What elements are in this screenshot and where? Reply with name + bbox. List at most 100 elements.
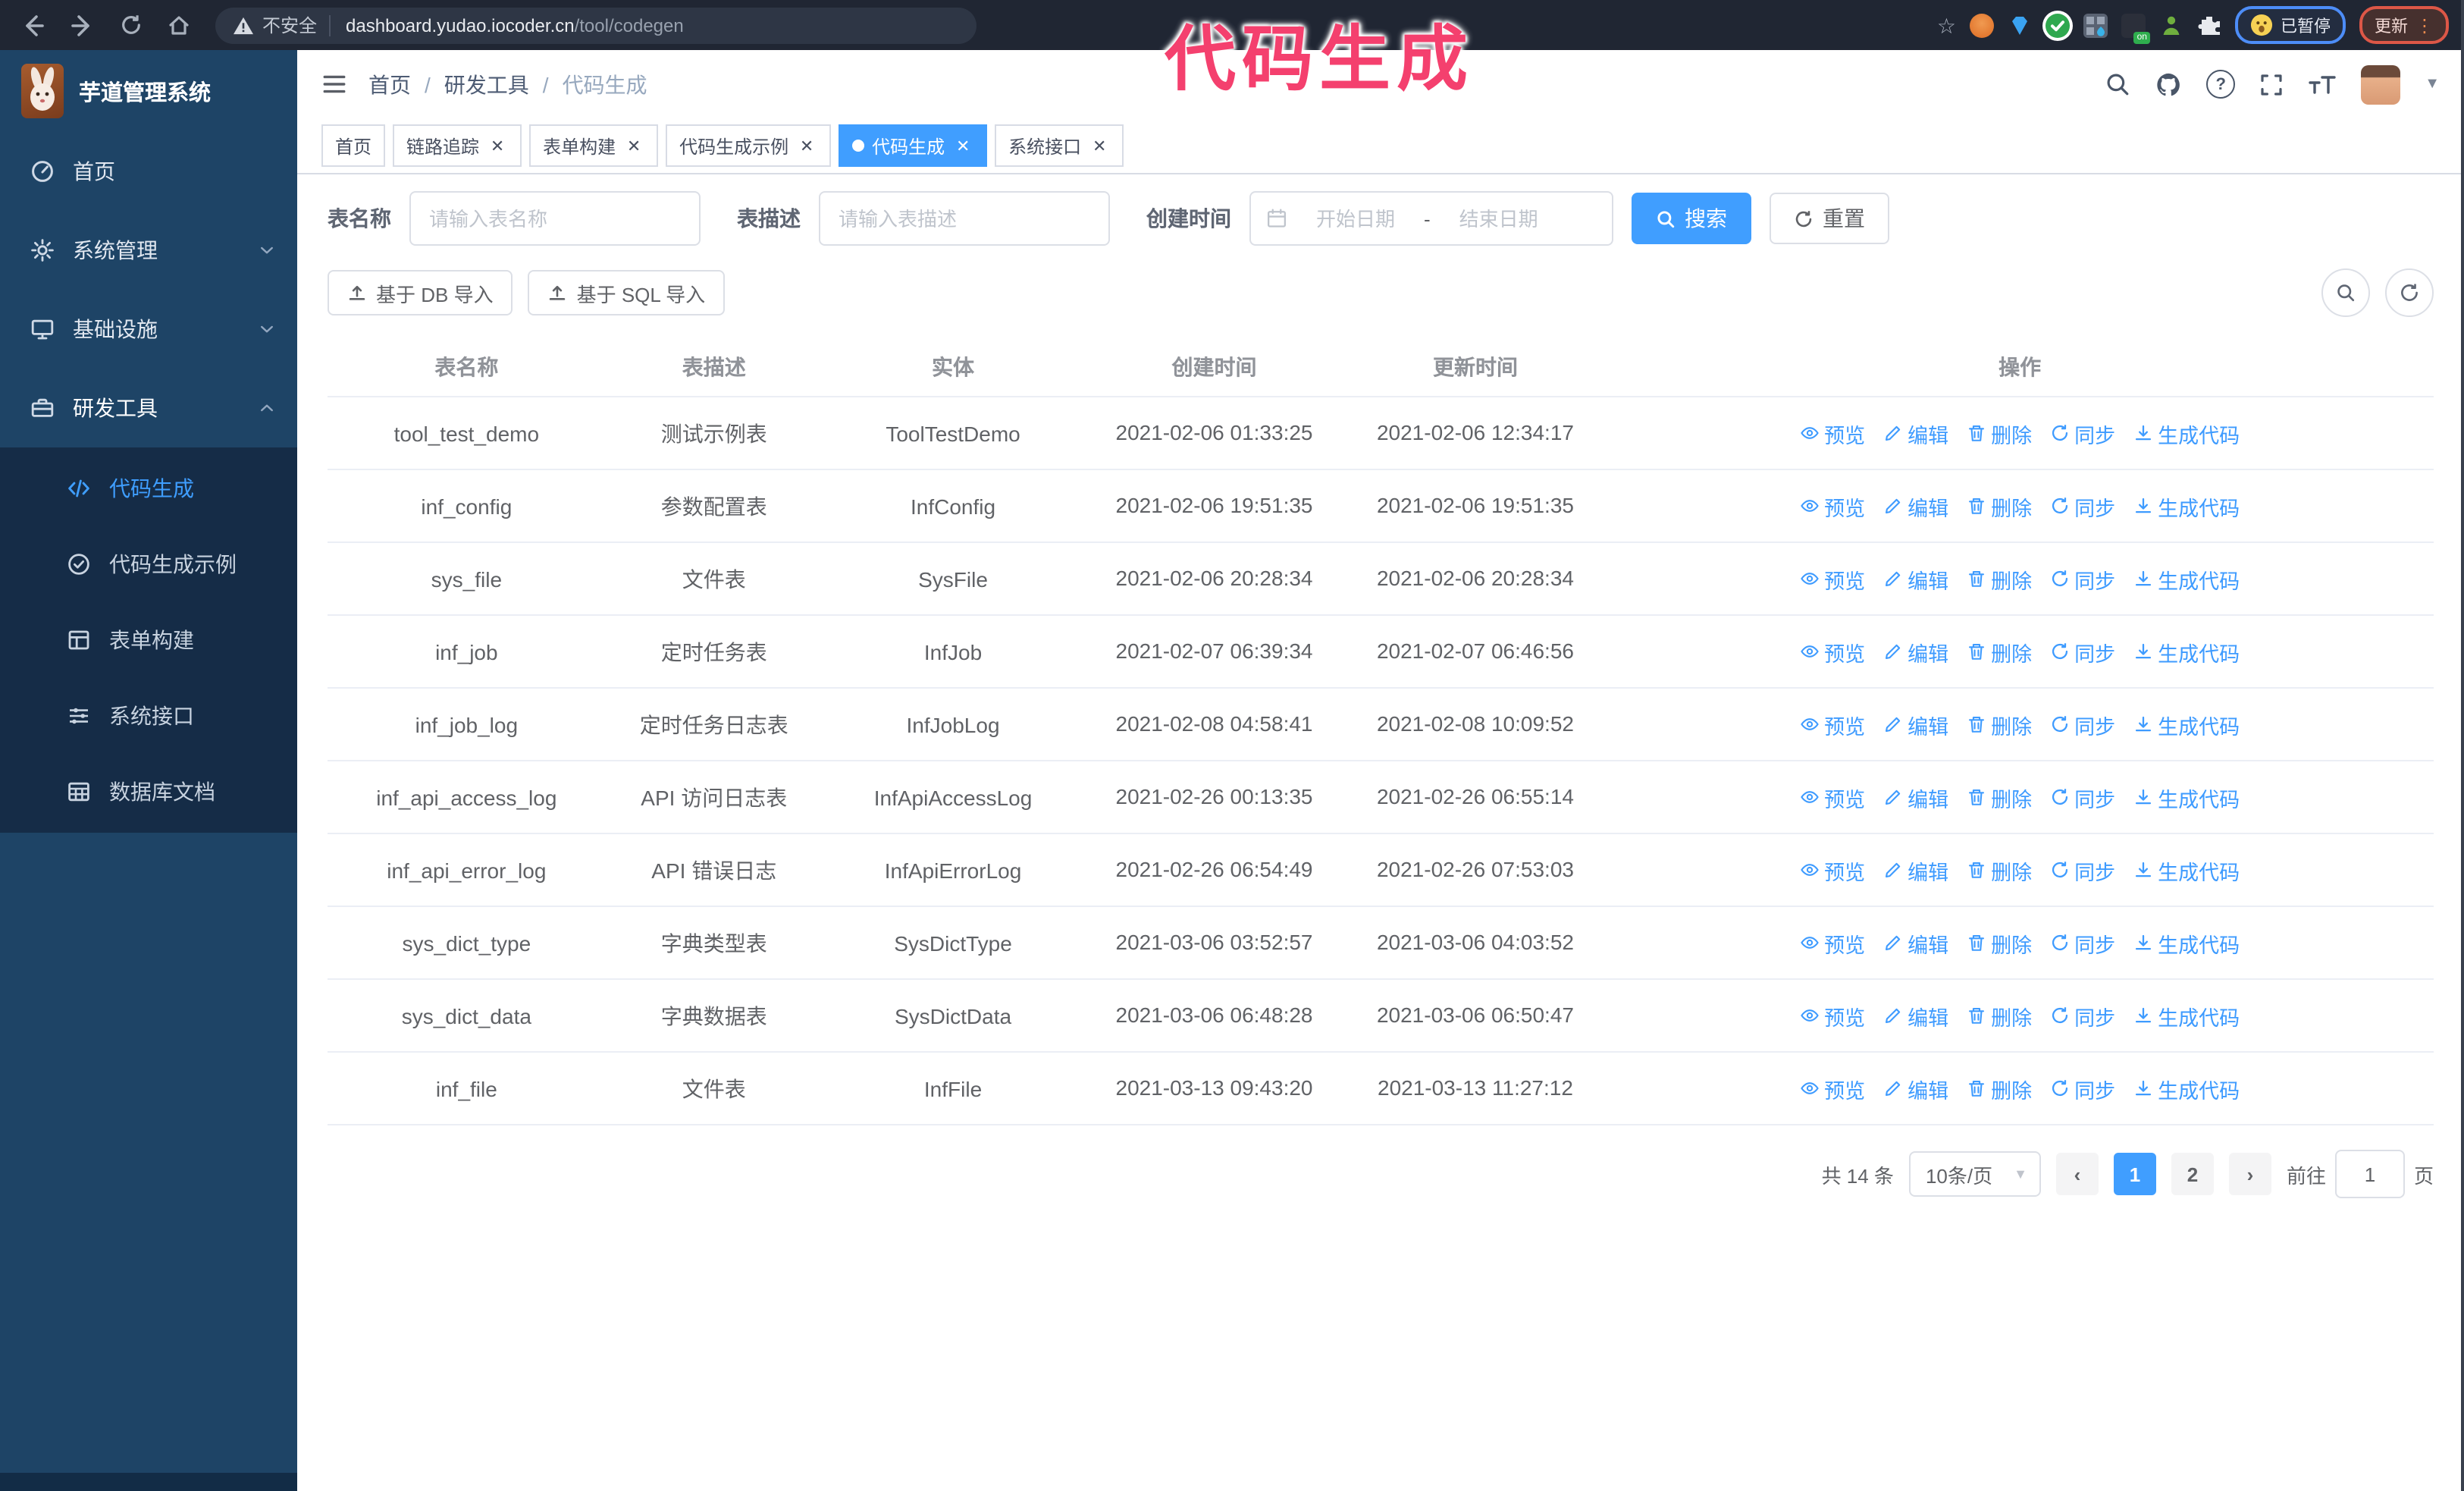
security-warning-icon[interactable] <box>234 16 253 34</box>
fullscreen-icon[interactable] <box>2259 72 2284 96</box>
edit-link[interactable]: 编辑 <box>1883 491 1948 521</box>
delete-link[interactable]: 删除 <box>1967 1000 2032 1031</box>
edit-link[interactable]: 编辑 <box>1883 855 1948 885</box>
generate-code-link[interactable]: 生成代码 <box>2133 928 2240 958</box>
sidebar-item-system[interactable]: 系统管理 <box>0 211 297 290</box>
preview-link[interactable]: 预览 <box>1800 782 1865 812</box>
delete-link[interactable]: 删除 <box>1967 928 2032 958</box>
sync-link[interactable]: 同步 <box>2050 709 2115 739</box>
sidebar-item-home[interactable]: 首页 <box>0 132 297 211</box>
table-row[interactable]: sys_dict_type 字典类型表 SysDictType 2021-03-… <box>328 907 2434 980</box>
edit-link[interactable]: 编辑 <box>1883 418 1948 448</box>
github-icon[interactable] <box>2155 71 2182 98</box>
extension-icon[interactable] <box>2045 13 2070 37</box>
edit-link[interactable]: 编辑 <box>1883 709 1948 739</box>
sync-link[interactable]: 同步 <box>2050 1073 2115 1103</box>
generate-code-link[interactable]: 生成代码 <box>2133 1073 2240 1103</box>
sync-link[interactable]: 同步 <box>2050 491 2115 521</box>
table-row[interactable]: sys_file 文件表 SysFile 2021-02-06 20:28:34… <box>328 543 2434 616</box>
edit-link[interactable]: 编辑 <box>1883 928 1948 958</box>
search-icon[interactable] <box>2105 71 2130 97</box>
preview-link[interactable]: 预览 <box>1800 709 1865 739</box>
table-row[interactable]: inf_job_log 定时任务日志表 InfJobLog 2021-02-08… <box>328 689 2434 761</box>
date-range-picker[interactable]: - <box>1249 191 1613 246</box>
page-size-select[interactable]: 10条/页 ▼ <box>1908 1151 2041 1197</box>
refresh-table-button[interactable] <box>2385 268 2434 317</box>
table-row[interactable]: inf_config 参数配置表 InfConfig 2021-02-06 19… <box>328 470 2434 543</box>
generate-code-link[interactable]: 生成代码 <box>2133 418 2240 448</box>
tab-home[interactable]: 首页 <box>321 124 386 167</box>
generate-code-link[interactable]: 生成代码 <box>2133 491 2240 521</box>
generate-code-link[interactable]: 生成代码 <box>2133 563 2240 594</box>
sync-link[interactable]: 同步 <box>2050 928 2115 958</box>
generate-code-link[interactable]: 生成代码 <box>2133 636 2240 667</box>
breadcrumb-home[interactable]: 首页 <box>368 69 411 99</box>
extension-icon[interactable] <box>2083 13 2108 37</box>
sidebar-item-form-builder[interactable]: 表单构建 <box>0 602 297 678</box>
close-icon[interactable]: ✕ <box>1089 135 1110 156</box>
preview-link[interactable]: 预览 <box>1800 491 1865 521</box>
table-row[interactable]: inf_file 文件表 InfFile 2021-03-13 09:43:20… <box>328 1053 2434 1125</box>
db-import-button[interactable]: 基于 DB 导入 <box>328 270 513 315</box>
edit-link[interactable]: 编辑 <box>1883 1000 1948 1031</box>
search-button[interactable]: 搜索 <box>1632 193 1751 244</box>
start-date-input[interactable] <box>1296 206 1415 231</box>
sync-link[interactable]: 同步 <box>2050 563 2115 594</box>
sidebar-item-db-doc[interactable]: 数据库文档 <box>0 754 297 830</box>
tab-tracing[interactable]: 链路追踪 ✕ <box>393 124 522 167</box>
breadcrumb-devtools[interactable]: 研发工具 <box>444 69 529 99</box>
extension-icon[interactable] <box>2159 13 2183 37</box>
sidebar-item-codegen[interactable]: 代码生成 <box>0 450 297 526</box>
help-icon[interactable]: ? <box>2206 70 2236 99</box>
tab-codegen[interactable]: 代码生成 ✕ <box>839 124 988 167</box>
browser-update-button[interactable]: 更新 ⋮ <box>2359 6 2449 44</box>
app-logo[interactable]: 芋道管理系统 <box>0 50 297 132</box>
sync-link[interactable]: 同步 <box>2050 855 2115 885</box>
end-date-input[interactable] <box>1439 206 1558 231</box>
table-row[interactable]: sys_dict_data 字典数据表 SysDictData 2021-03-… <box>328 980 2434 1053</box>
table-row[interactable]: inf_api_access_log API 访问日志表 InfApiAcces… <box>328 761 2434 834</box>
sidebar-item-codegen-example[interactable]: 代码生成示例 <box>0 526 297 602</box>
delete-link[interactable]: 删除 <box>1967 855 2032 885</box>
sync-link[interactable]: 同步 <box>2050 782 2115 812</box>
page-button-1[interactable]: 1 <box>2113 1153 2156 1195</box>
close-icon[interactable]: ✕ <box>796 135 817 156</box>
edit-link[interactable]: 编辑 <box>1883 636 1948 667</box>
reset-button[interactable]: 重置 <box>1770 193 1889 244</box>
table-row[interactable]: tool_test_demo 测试示例表 ToolTestDemo 2021-0… <box>328 397 2434 470</box>
show-search-button[interactable] <box>2321 268 2370 317</box>
chevron-down-icon[interactable]: ▼ <box>2425 76 2440 93</box>
edit-link[interactable]: 编辑 <box>1883 782 1948 812</box>
next-page-button[interactable]: › <box>2228 1153 2271 1195</box>
delete-link[interactable]: 删除 <box>1967 491 2032 521</box>
tab-form-builder[interactable]: 表单构建 ✕ <box>529 124 659 167</box>
reload-icon[interactable] <box>115 10 146 40</box>
delete-link[interactable]: 删除 <box>1967 636 2032 667</box>
close-icon[interactable]: ✕ <box>487 135 508 156</box>
table-name-input[interactable] <box>409 191 701 246</box>
tab-system-api[interactable]: 系统接口 ✕ <box>995 124 1124 167</box>
font-size-icon[interactable] <box>2308 72 2337 96</box>
sidebar-item-system-api[interactable]: 系统接口 <box>0 678 297 754</box>
preview-link[interactable]: 预览 <box>1800 1073 1865 1103</box>
preview-link[interactable]: 预览 <box>1800 563 1865 594</box>
sync-link[interactable]: 同步 <box>2050 636 2115 667</box>
edit-link[interactable]: 编辑 <box>1883 563 1948 594</box>
goto-page-input[interactable] <box>2334 1150 2405 1198</box>
extension-icon[interactable] <box>2121 13 2150 43</box>
url-bar[interactable]: 不安全 dashboard.yudao.iocoder.cn/tool/code… <box>215 7 977 43</box>
preview-link[interactable]: 预览 <box>1800 636 1865 667</box>
delete-link[interactable]: 删除 <box>1967 563 2032 594</box>
table-row[interactable]: inf_job 定时任务表 InfJob 2021-02-07 06:39:34… <box>328 616 2434 689</box>
extension-icon[interactable] <box>2008 13 2032 37</box>
extension-icon[interactable] <box>1970 13 1994 37</box>
bookmark-star-icon[interactable]: ☆ <box>1937 14 1956 36</box>
delete-link[interactable]: 删除 <box>1967 709 2032 739</box>
edit-link[interactable]: 编辑 <box>1883 1073 1948 1103</box>
table-desc-input[interactable] <box>819 191 1110 246</box>
generate-code-link[interactable]: 生成代码 <box>2133 1000 2240 1031</box>
preview-link[interactable]: 预览 <box>1800 1000 1865 1031</box>
home-icon[interactable] <box>164 10 194 40</box>
chrome-menu-icon[interactable]: ⋮ <box>2415 16 2434 34</box>
prev-page-button[interactable]: ‹ <box>2055 1153 2099 1195</box>
